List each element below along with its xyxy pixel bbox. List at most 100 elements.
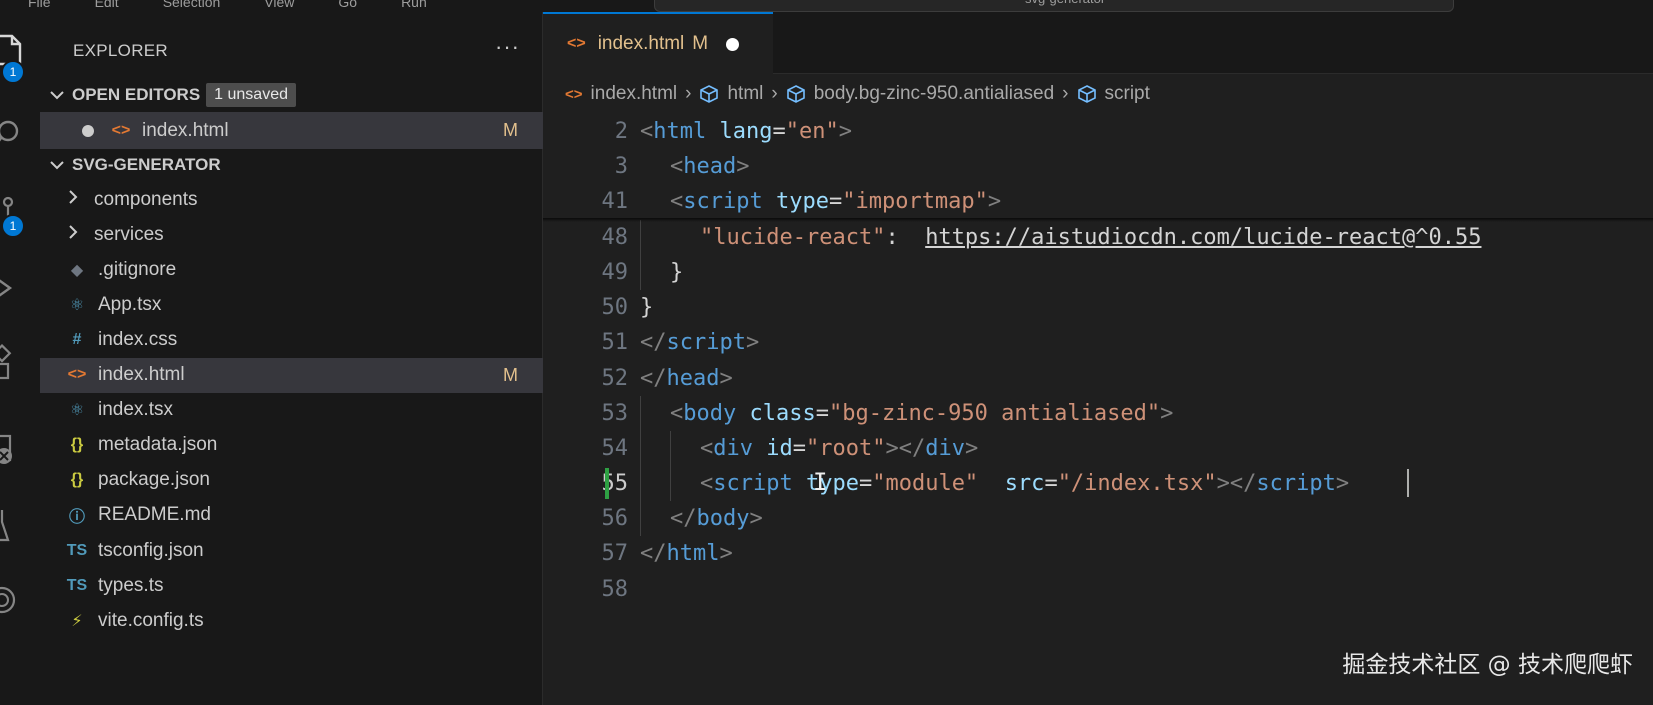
menu-item-go[interactable]: Go (338, 0, 357, 10)
open-editors-header[interactable]: OPEN EDITORS 1 unsaved (40, 77, 543, 113)
command-center[interactable]: svg-generator (654, 0, 1454, 12)
indent-guide (640, 220, 641, 290)
code-token: id (766, 435, 793, 461)
chevron-down-icon (50, 157, 64, 173)
tab-index-html[interactable]: <> index.html M (543, 12, 773, 74)
project-header[interactable]: SVG-GENERATOR (40, 147, 543, 183)
file-package-json[interactable]: {} package.json (40, 463, 543, 498)
code-token: < (640, 119, 654, 144)
menu-item-selection[interactable]: Selection (163, 0, 221, 10)
source-control-badge: 1 (1, 214, 25, 238)
code-line[interactable]: 53 <body class="bg-zinc-950 antialiased"> (543, 396, 1653, 431)
breadcrumb-body[interactable]: body.bg-zinc-950.antialiased (786, 83, 1054, 105)
folder-services[interactable]: services (40, 217, 543, 252)
code-line[interactable]: 51 </script> (543, 325, 1653, 360)
code-line[interactable]: 57 </html> (543, 536, 1653, 571)
search-icon[interactable] (0, 114, 40, 154)
code-token: "/index.tsx" (1057, 471, 1217, 497)
breadcrumb-script[interactable]: script (1077, 83, 1150, 105)
code-line[interactable]: 2 <html lang="en"> (543, 114, 1653, 149)
html-icon: <> (111, 121, 131, 139)
code-line[interactable]: 55 <script type="module" src="/index.tsx"… (543, 466, 1653, 501)
testing-icon[interactable] (0, 506, 40, 546)
code-line[interactable]: 52 </head> (543, 361, 1653, 396)
code-token: < (670, 400, 684, 426)
code-text: </script> (640, 330, 759, 355)
line-number: 54 (601, 435, 629, 461)
code-token: "root" (806, 435, 886, 461)
file--gitignore[interactable]: ◆ .gitignore (40, 252, 543, 287)
line-number: 56 (601, 506, 629, 532)
openai-icon[interactable] (0, 580, 40, 620)
code-line[interactable]: 56 </body> (543, 501, 1653, 536)
code-line[interactable]: 54 <div id="root"></div> (543, 431, 1653, 466)
line-number: 55 (601, 471, 629, 497)
extensions-icon[interactable] (0, 342, 40, 382)
code-token: > (719, 365, 733, 391)
breadcrumb-html[interactable]: html (699, 83, 763, 105)
code-line[interactable]: 58 (543, 572, 1653, 607)
code-token: = (815, 400, 829, 426)
file-index-tsx[interactable]: ⚛ index.tsx (40, 393, 543, 428)
code-token: type (775, 189, 829, 215)
activity-bar: 1 1 (0, 12, 40, 705)
breadcrumb-html-label: html (727, 83, 764, 104)
code-text: } (670, 260, 683, 285)
line-number: 53 (601, 400, 629, 426)
code-token: html (666, 541, 720, 567)
file-types-ts[interactable]: TS types.ts (40, 568, 543, 603)
code-token: > (987, 189, 1002, 215)
folder-components[interactable]: components (40, 182, 543, 217)
line-number: 51 (601, 330, 629, 356)
code-text: } (640, 295, 653, 320)
code-token: > (745, 330, 760, 356)
json-icon: {} (70, 436, 84, 454)
line-number: 41 (601, 189, 629, 215)
html-icon: <> (67, 366, 87, 383)
menu-item-edit[interactable]: Edit (95, 0, 119, 10)
code-line[interactable]: 3 <head> (543, 149, 1653, 185)
file-app-tsx[interactable]: ⚛ App.tsx (40, 287, 543, 322)
more-actions-icon[interactable]: ··· (495, 34, 520, 60)
json-icon: {} (70, 471, 84, 489)
remote-explorer-icon[interactable] (0, 430, 40, 470)
code-line[interactable]: 50} (543, 290, 1653, 325)
breadcrumb: <> index.html › html › body.bg-zinc-950.… (543, 74, 1653, 114)
tree-item-label: services (94, 223, 164, 245)
git-modified-gutter-marker (605, 468, 609, 500)
unsaved-dot-icon[interactable] (82, 124, 98, 137)
code-editor[interactable]: 48 "lucide-react": https://aistudiocdn.co… (543, 114, 1653, 705)
file-tsconfig-json[interactable]: TS tsconfig.json (40, 533, 543, 568)
code-line[interactable]: 49} (543, 255, 1653, 290)
chevron-right-icon (68, 189, 84, 210)
file-index-css[interactable]: # index.css (40, 322, 543, 357)
code-token: "importmap" (842, 189, 988, 215)
menu-item-view[interactable]: View (264, 0, 294, 10)
code-token: > (964, 435, 979, 461)
breadcrumb-file[interactable]: <> index.html (565, 83, 677, 105)
menu-item-run[interactable]: Run (401, 0, 427, 10)
code-line[interactable]: 48 "lucide-react": https://aistudiocdn.co… (543, 220, 1653, 255)
code-token: </ (640, 330, 667, 356)
tab-strip: <> index.html M (543, 12, 1653, 74)
menu-bar: File Edit Selection View Go Run (28, 0, 427, 10)
editor-area: <> index.html M <> index.html › html › b… (543, 12, 1653, 705)
unsaved-dot-icon[interactable] (726, 37, 740, 51)
code-line[interactable]: 41 <script type="importmap"> (543, 184, 1653, 220)
code-token: script (666, 330, 746, 356)
file-index-html[interactable]: <> index.html M (40, 357, 543, 393)
chevron-right-icon: › (1062, 83, 1069, 104)
open-editor-index-html[interactable]: <> index.html M (40, 112, 543, 149)
indent-guide (640, 396, 641, 536)
run-debug-icon[interactable] (0, 268, 40, 308)
menu-item-file[interactable]: File (28, 0, 51, 10)
file-vite-config-ts[interactable]: ⚡ vite.config.ts (40, 603, 543, 638)
unsaved-badge: 1 unsaved (206, 83, 296, 107)
code-token: script (683, 189, 763, 215)
file-metadata-json[interactable]: {} metadata.json (40, 428, 543, 463)
line-number: 58 (601, 576, 629, 602)
line-number: 2 (614, 119, 628, 144)
code-text: </head> (640, 366, 733, 391)
file-readme-md[interactable]: ⓘ README.md (40, 498, 543, 533)
